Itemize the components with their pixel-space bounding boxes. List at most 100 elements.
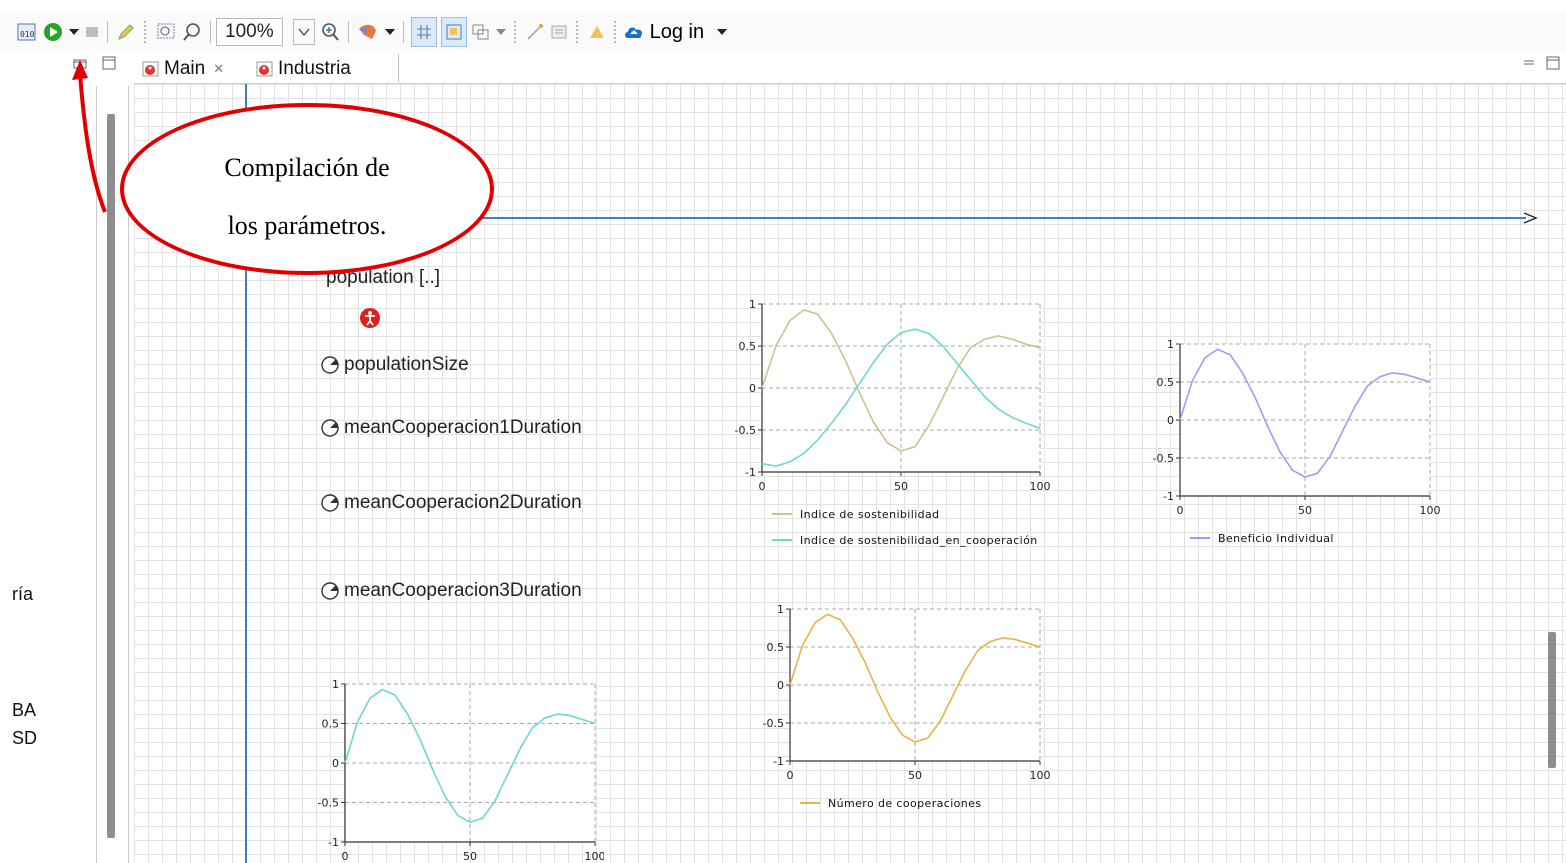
chart-sostenibilidad[interactable]: 10.50-0.5-10 50 100Indice de sostenibilida…	[704, 294, 1084, 574]
y-tick-label: 0	[777, 679, 784, 692]
x-tick-label: 0	[1177, 504, 1184, 517]
parameter-icon	[321, 494, 339, 512]
close-icon[interactable]: ✕	[213, 61, 224, 77]
x-tick-label: 50	[908, 769, 922, 782]
canvas-scrollbar[interactable]	[1548, 632, 1556, 768]
x-tick-label: 0	[787, 769, 794, 782]
legend-label: Indice de sostenibilidad	[800, 508, 940, 521]
toolbar-separator	[210, 21, 211, 43]
parameter-icon	[321, 419, 339, 437]
build-icon[interactable]: 010	[16, 18, 38, 46]
editor-minimize-icon[interactable]	[1522, 56, 1536, 75]
x-tick-label: 100	[1030, 480, 1051, 493]
legend-label: Beneficio Individual	[1218, 532, 1334, 545]
y-tick-label: 0.5	[739, 340, 757, 353]
editor-maximize-icon[interactable]	[1546, 56, 1560, 75]
login-button[interactable]: Log in	[623, 20, 705, 44]
y-tick-label: -1	[328, 836, 339, 849]
parameter-icon	[321, 582, 339, 600]
y-tick-label: -0.5	[735, 424, 756, 437]
y-tick-label: 1	[1167, 338, 1174, 351]
tab-divider	[398, 54, 399, 82]
y-tick-label: 0.5	[1157, 376, 1175, 389]
parameter-mean-cooperacion3-duration[interactable]: meanCooperacion3Duration	[320, 580, 582, 602]
tab-industria[interactable]: Industria	[256, 54, 351, 83]
parameter-label: meanCooperacion2Duration	[344, 492, 582, 513]
tab-label: Industria	[278, 57, 351, 79]
parameter-population-size[interactable]: populationSize	[320, 354, 469, 376]
parameter-label: meanCooperacion1Duration	[344, 417, 582, 438]
agent-population-icon[interactable]	[359, 307, 381, 329]
parameter-mean-cooperacion2-duration[interactable]: meanCooperacion2Duration	[320, 492, 582, 514]
x-tick-label: 0	[759, 480, 766, 493]
y-tick-label: 1	[749, 298, 756, 311]
y-tick-label: 0	[749, 382, 756, 395]
toolbar-separator	[107, 21, 108, 43]
chart-numero-cooperaciones[interactable]: 10.50-0.5-10 50 100Número de cooperaciones	[734, 599, 1064, 849]
agent-type-icon	[256, 61, 273, 76]
svg-text:010: 010	[20, 30, 35, 39]
toolbar-separator	[575, 21, 580, 43]
parameter-label: meanCooperacion3Duration	[344, 580, 582, 601]
x-tick-label: 50	[1298, 504, 1312, 517]
x-tick-label: 100	[585, 850, 605, 863]
y-tick-label: 0.5	[767, 641, 785, 654]
stop-icon[interactable]	[84, 18, 100, 46]
chart-beneficio-individual[interactable]: 10.50-0.5-10 50 100Beneficio Individual	[1124, 334, 1454, 564]
login-dropdown-icon[interactable]	[716, 18, 728, 46]
x-tick-label: 0	[342, 850, 349, 863]
toolbar-separator	[402, 21, 404, 43]
x-tick-label: 50	[894, 480, 908, 493]
zoom-level-input[interactable]: 100%	[216, 18, 283, 46]
agent-dropdown-icon[interactable]	[384, 18, 396, 46]
y-tick-label: -1	[773, 755, 784, 768]
legend-label: Número de cooperaciones	[828, 797, 981, 810]
toolbar: 010 100% Log in	[0, 14, 1566, 50]
zoom-in-icon[interactable]	[319, 18, 341, 46]
callout-line-2: los parámetros.	[227, 211, 387, 240]
zoom-fit-icon[interactable]	[155, 18, 177, 46]
export-icon[interactable]	[587, 18, 607, 46]
x-tick-label: 100	[1030, 769, 1051, 782]
x-tick-label: 100	[1420, 504, 1441, 517]
agent-icon[interactable]	[356, 18, 380, 46]
tab-main[interactable]: Main ✕	[142, 54, 224, 83]
callout-arrow	[72, 60, 107, 213]
cloud-icon	[624, 27, 642, 38]
left-panel-item[interactable]: BA	[12, 700, 36, 721]
tab-label: Main	[164, 57, 206, 79]
x-tick-label: 50	[463, 850, 477, 863]
zoom-out-icon[interactable]	[181, 18, 203, 46]
zoom-dropdown-icon[interactable]	[292, 19, 315, 45]
left-panel-item[interactable]: ría	[12, 584, 33, 605]
y-tick-label: -0.5	[318, 797, 339, 810]
parameter-label: populationSize	[344, 354, 469, 375]
y-tick-label: 1	[332, 678, 339, 691]
callout-annotation: Compilación de los parámetros.	[120, 103, 494, 275]
agent-type-icon	[142, 61, 159, 76]
y-tick-label: 0	[1167, 414, 1174, 427]
grid-icon[interactable]	[410, 17, 437, 47]
login-label: Log in	[649, 20, 705, 43]
layers-icon[interactable]	[471, 18, 491, 46]
y-tick-label: 1	[777, 603, 784, 616]
layers-dropdown-icon[interactable]	[495, 18, 507, 46]
library-icon[interactable]	[549, 18, 569, 46]
parameter-mean-cooperacion1-duration[interactable]: meanCooperacion1Duration	[320, 417, 582, 439]
snap-grid-icon[interactable]	[440, 17, 467, 47]
editor-tabbar: Main ✕ Industria	[134, 50, 1566, 84]
y-tick-label: -0.5	[763, 717, 784, 730]
toolbar-separator	[613, 21, 618, 43]
axis-arrow-icon	[1523, 212, 1538, 224]
left-panel-item[interactable]: SD	[12, 728, 37, 749]
run-dropdown-icon[interactable]	[68, 18, 80, 46]
connector-icon[interactable]	[525, 18, 545, 46]
pencil-icon[interactable]	[115, 18, 137, 46]
y-tick-label: -1	[1163, 490, 1174, 503]
chart-cooperacion[interactable]: 10.50-0.5-10 50 100	[284, 674, 604, 863]
run-icon[interactable]	[42, 18, 64, 46]
legend-label: Indice de sostenibilidad_en_cooperación	[800, 534, 1038, 547]
callout-line-1: Compilación de	[224, 153, 390, 182]
toolbar-separator	[144, 21, 148, 43]
y-tick-label: 0.5	[322, 718, 340, 731]
